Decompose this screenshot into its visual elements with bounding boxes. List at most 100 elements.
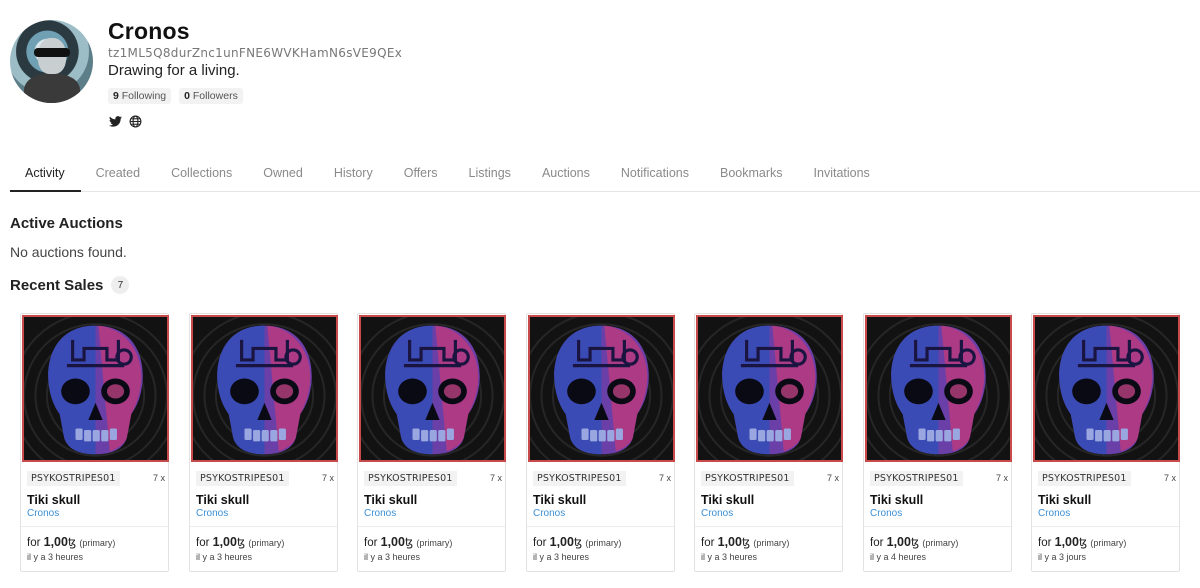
sale-card[interactable]: PSYKOSTRIPES01 7 x Tiki skull Cronos for… — [20, 313, 169, 572]
collection-tag[interactable]: PSYKOSTRIPES01 — [196, 470, 289, 486]
creator-link[interactable]: Cronos — [701, 508, 733, 519]
card-divider — [527, 526, 674, 527]
tab-auctions[interactable]: Auctions — [527, 158, 606, 192]
following-badge[interactable]: 9 Following — [108, 88, 172, 104]
no-auctions-text: No auctions found. — [10, 244, 127, 260]
tiki-skull-artwork — [193, 317, 336, 460]
artwork-thumbnail[interactable] — [865, 315, 1012, 462]
artwork-thumbnail[interactable] — [191, 315, 338, 462]
price-value: 1,00 — [380, 535, 405, 549]
avatar[interactable] — [10, 20, 93, 103]
follow-stats: 9 Following 0 Followers — [108, 88, 243, 104]
collection-tag[interactable]: PSYKOSTRIPES01 — [364, 470, 457, 486]
card-divider — [1032, 526, 1179, 527]
price-for-label: for — [870, 537, 884, 549]
artwork-thumbnail[interactable] — [22, 315, 169, 462]
sale-type: (primary) — [753, 538, 790, 548]
card-divider — [21, 526, 168, 527]
followers-badge[interactable]: 0 Followers — [179, 88, 243, 104]
sale-card[interactable]: PSYKOSTRIPES01 7 x Tiki skull Cronos for… — [189, 313, 338, 572]
tab-invitations[interactable]: Invitations — [799, 158, 886, 192]
sale-price: for 1,00ꜩ (primary) — [364, 535, 452, 549]
sale-card[interactable]: PSYKOSTRIPES01 7 x Tiki skull Cronos for… — [863, 313, 1012, 572]
sale-card[interactable]: PSYKOSTRIPES01 7 x Tiki skull Cronos for… — [357, 313, 506, 572]
edition-count: 7 x — [152, 473, 165, 483]
collection-tag[interactable]: PSYKOSTRIPES01 — [701, 470, 794, 486]
artwork-thumbnail[interactable] — [696, 315, 843, 462]
sale-type: (primary) — [248, 538, 285, 548]
creator-link[interactable]: Cronos — [196, 508, 228, 519]
profile-tabs: Activity Created Collections Owned Histo… — [10, 158, 1200, 192]
tab-owned[interactable]: Owned — [248, 158, 319, 192]
tab-listings[interactable]: Listings — [454, 158, 527, 192]
sale-time: il y a 4 heures — [870, 552, 927, 562]
price-for-label: for — [364, 537, 378, 549]
collection-tag[interactable]: PSYKOSTRIPES01 — [27, 470, 120, 486]
globe-icon[interactable] — [128, 114, 142, 128]
price-for-label: for — [196, 537, 210, 549]
followers-label: Followers — [192, 90, 238, 102]
sale-price: for 1,00ꜩ (primary) — [701, 535, 789, 549]
tiki-skull-artwork — [361, 317, 504, 460]
collection-tag[interactable]: PSYKOSTRIPES01 — [1038, 470, 1131, 486]
tez-currency-icon: ꜩ — [404, 537, 414, 549]
collection-tag[interactable]: PSYKOSTRIPES01 — [533, 470, 626, 486]
wallet-address[interactable]: tz1ML5Q8durZnc1unFNE6WVKHamN6sVE9QEx — [108, 46, 402, 60]
tab-notifications[interactable]: Notifications — [606, 158, 705, 192]
price-for-label: for — [701, 537, 715, 549]
profile-name: Cronos — [108, 18, 190, 44]
recent-sales-title: Recent Sales — [10, 276, 104, 294]
artwork-title[interactable]: Tiki skull — [1038, 493, 1091, 507]
tab-bookmarks[interactable]: Bookmarks — [705, 158, 799, 192]
collection-tag[interactable]: PSYKOSTRIPES01 — [870, 470, 963, 486]
sale-card[interactable]: PSYKOSTRIPES01 7 x Tiki skull Cronos for… — [1031, 313, 1180, 572]
tab-history[interactable]: History — [319, 158, 389, 192]
price-value: 1,00 — [549, 535, 574, 549]
profile-header: Cronos tz1ML5Q8durZnc1unFNE6WVKHamN6sVE9… — [10, 18, 1190, 138]
artwork-thumbnail[interactable] — [528, 315, 675, 462]
sale-type: (primary) — [79, 538, 116, 548]
artwork-title[interactable]: Tiki skull — [364, 493, 417, 507]
sale-price: for 1,00ꜩ (primary) — [196, 535, 284, 549]
price-value: 1,00 — [43, 535, 68, 549]
card-divider — [358, 526, 505, 527]
artwork-title[interactable]: Tiki skull — [533, 493, 586, 507]
artwork-title[interactable]: Tiki skull — [196, 493, 249, 507]
creator-link[interactable]: Cronos — [27, 508, 59, 519]
tez-currency-icon: ꜩ — [741, 537, 751, 549]
followers-count: 0 — [184, 90, 190, 102]
price-for-label: for — [1038, 537, 1052, 549]
tab-offers[interactable]: Offers — [389, 158, 454, 192]
tab-created[interactable]: Created — [81, 158, 156, 192]
sale-time: il y a 3 heures — [364, 552, 421, 562]
price-value: 1,00 — [717, 535, 742, 549]
creator-link[interactable]: Cronos — [1038, 508, 1070, 519]
tab-activity[interactable]: Activity — [10, 158, 81, 192]
sale-type: (primary) — [922, 538, 959, 548]
tab-collections[interactable]: Collections — [156, 158, 248, 192]
edition-count: 7 x — [489, 473, 502, 483]
artwork-title[interactable]: Tiki skull — [870, 493, 923, 507]
creator-link[interactable]: Cronos — [533, 508, 565, 519]
sale-price: for 1,00ꜩ (primary) — [1038, 535, 1126, 549]
following-label: Following — [121, 90, 167, 102]
price-for-label: for — [533, 537, 547, 549]
creator-link[interactable]: Cronos — [364, 508, 396, 519]
card-divider — [695, 526, 842, 527]
card-divider — [190, 526, 337, 527]
sale-time: il y a 3 heures — [701, 552, 758, 562]
following-count: 9 — [113, 90, 119, 102]
active-auctions-heading: Active Auctions — [10, 215, 123, 232]
artwork-title[interactable]: Tiki skull — [701, 493, 754, 507]
sale-card[interactable]: PSYKOSTRIPES01 7 x Tiki skull Cronos for… — [694, 313, 843, 572]
artwork-title[interactable]: Tiki skull — [27, 493, 80, 507]
artwork-thumbnail[interactable] — [1033, 315, 1180, 462]
artwork-thumbnail[interactable] — [359, 315, 506, 462]
sale-card[interactable]: PSYKOSTRIPES01 7 x Tiki skull Cronos for… — [526, 313, 675, 572]
creator-link[interactable]: Cronos — [870, 508, 902, 519]
twitter-icon[interactable] — [108, 114, 122, 128]
tiki-skull-artwork — [698, 317, 841, 460]
price-value: 1,00 — [1054, 535, 1079, 549]
profile-bio: Drawing for a living. — [108, 62, 240, 79]
edition-count: 7 x — [995, 473, 1008, 483]
